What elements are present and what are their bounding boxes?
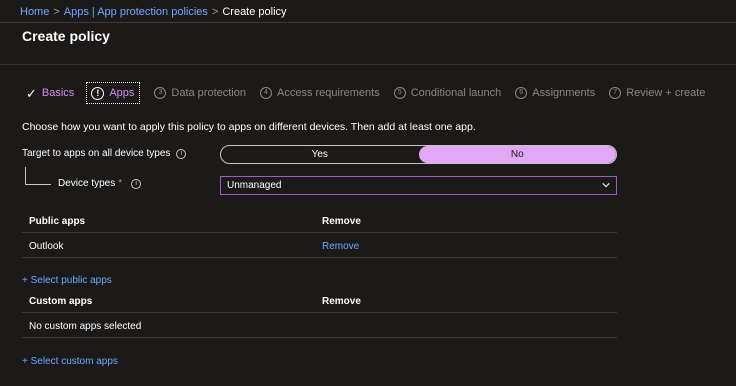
checkmark-icon: ✓ (26, 85, 37, 101)
table-header-row: Custom apps Remove (22, 288, 617, 313)
step-label: Data protection (171, 87, 246, 99)
table-header-row: Public apps Remove (22, 208, 617, 233)
step-label: Basics (41, 87, 75, 99)
empty-state-text: No custom apps selected (29, 321, 142, 332)
breadcrumb-separator: > (53, 6, 60, 18)
step-number: 6 (515, 87, 528, 99)
device-types-text: Device types (58, 178, 116, 189)
remove-link[interactable]: Remove (322, 241, 359, 252)
step-apps[interactable]: ! Apps (86, 82, 141, 104)
breadcrumb-separator: > (211, 6, 219, 18)
column-header-public-apps: Public apps (29, 216, 86, 227)
create-policy-page: Home > Apps | App protection policies > … (0, 0, 736, 386)
column-header-remove: Remove (322, 296, 361, 307)
step-number: 5 (393, 87, 406, 99)
step-number: 7 (609, 87, 622, 99)
select-custom-apps-link[interactable]: + Select custom apps (22, 356, 118, 367)
column-header-custom-apps: Custom apps (29, 296, 93, 307)
step-basics[interactable]: ✓ Basics (26, 87, 74, 100)
target-label-text: Target to apps on all device types (22, 148, 171, 159)
toggle-option-yes[interactable]: Yes (221, 146, 419, 163)
step-number: 3 (154, 87, 167, 99)
breadcrumb-apps[interactable]: Apps | App protection policies (64, 6, 208, 18)
custom-apps-table: Custom apps Remove No custom apps select… (22, 288, 617, 338)
step-number: 4 (260, 87, 272, 99)
tree-connector (25, 167, 26, 184)
instructions-text: Choose how you want to apply this policy… (22, 121, 476, 133)
header-divider (0, 22, 736, 23)
breadcrumb: Home > Apps | App protection policies > … (20, 6, 287, 18)
info-circle-icon: ! (91, 86, 105, 100)
chevron-down-icon (602, 183, 610, 188)
required-marker: * (118, 178, 123, 189)
step-data-protection[interactable]: 3 Data protection (154, 87, 246, 99)
step-conditional-launch[interactable]: 5 Conditional launch (393, 87, 502, 99)
tree-connector (25, 184, 51, 185)
device-types-label: Device types * i (58, 178, 142, 189)
table-row: Outlook Remove (22, 233, 617, 258)
step-assignments[interactable]: 6 Assignments (515, 87, 595, 99)
select-public-apps-link[interactable]: + Select public apps (22, 275, 112, 286)
toggle-option-no[interactable]: No (418, 146, 616, 163)
title-divider (0, 64, 736, 65)
breadcrumb-home[interactable]: Home (20, 6, 49, 18)
step-access-requirements[interactable]: 4 Access requirements (260, 87, 380, 99)
column-header-remove: Remove (322, 216, 361, 227)
step-label: Assignments (532, 87, 596, 99)
info-icon[interactable]: i (131, 178, 142, 189)
public-apps-table: Public apps Remove Outlook Remove (22, 208, 617, 258)
breadcrumb-current: Create policy (222, 6, 287, 18)
step-label: Apps (109, 87, 135, 99)
step-review-create[interactable]: 7 Review + create (609, 87, 705, 99)
page-title: Create policy (22, 28, 110, 44)
target-all-devices-label: Target to apps on all device types i (22, 148, 187, 159)
step-label: Review + create (626, 87, 706, 99)
dropdown-value: Unmanaged (227, 180, 282, 191)
table-row: No custom apps selected (22, 313, 617, 338)
info-icon[interactable]: i (176, 148, 187, 159)
target-toggle[interactable]: Yes No (220, 145, 617, 164)
device-types-dropdown[interactable]: Unmanaged (220, 176, 617, 195)
wizard-steps: ✓ Basics ! Apps 3 Data protection 4 Acce… (26, 82, 719, 104)
step-label: Conditional launch (410, 87, 502, 99)
app-name: Outlook (29, 241, 64, 252)
step-label: Access requirements (277, 87, 380, 99)
